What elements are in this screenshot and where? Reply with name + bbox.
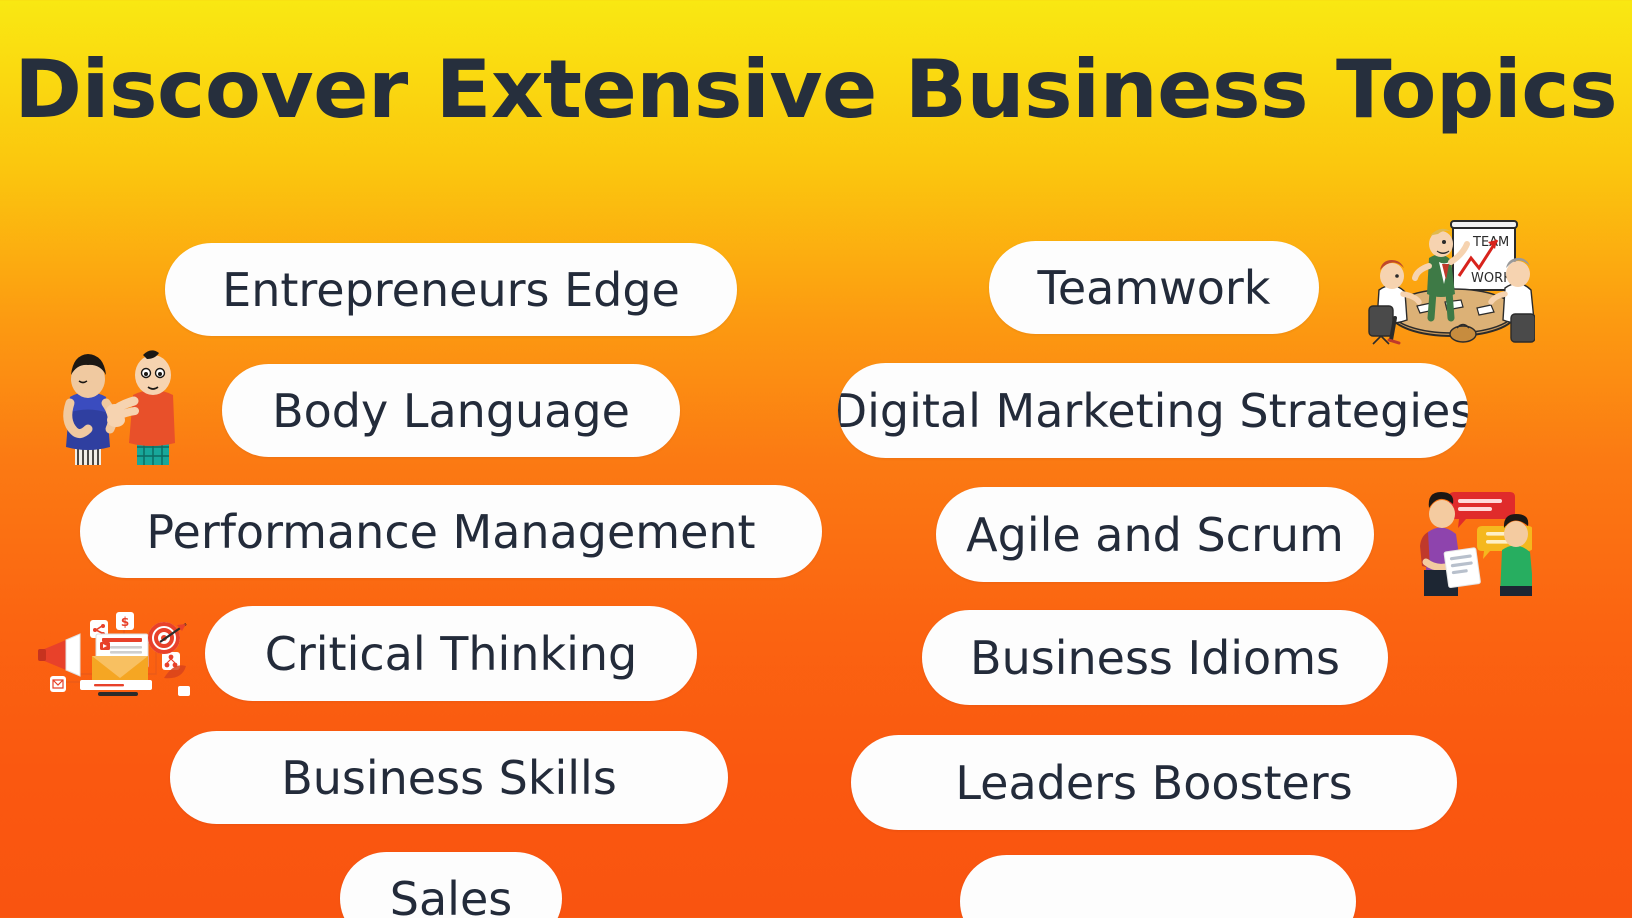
topic-pill-label: Sales	[389, 871, 513, 918]
topic-pill-label: Critical Thinking	[264, 626, 638, 681]
topic-pill-label: Performance Management	[146, 504, 756, 559]
poster-root: Discover Extensive Business Topics $ TEA…	[0, 0, 1632, 918]
topic-pill-critical-thinking[interactable]: Critical Thinking	[205, 606, 697, 701]
topic-pill-label: Teamwork	[1037, 260, 1271, 315]
body-language-illustration	[45, 337, 193, 467]
topic-pill-label: Digital Marketing Strategies	[838, 383, 1468, 438]
topic-pill-label: Entrepreneurs Edge	[222, 262, 680, 317]
topic-pill-partial-bottom-right[interactable]	[960, 855, 1356, 918]
topic-pill-label: Body Language	[272, 383, 630, 438]
topic-pill-label: Leaders Boosters	[955, 755, 1353, 810]
topic-pill-teamwork[interactable]: Teamwork	[989, 241, 1319, 334]
topic-pill-sales[interactable]: Sales	[340, 852, 562, 918]
page-title: Discover Extensive Business Topics	[14, 42, 1618, 136]
topic-pill-label: Business Idioms	[970, 630, 1340, 685]
topic-pill-label: Business Skills	[281, 750, 617, 805]
topic-pill-performance-management[interactable]: Performance Management	[80, 485, 822, 578]
flipchart-team-text: TEAM	[1472, 235, 1509, 250]
page-title-container: Discover Extensive Business Topics	[0, 0, 1632, 178]
svg-text:$: $	[121, 615, 129, 629]
topic-pill-business-idioms[interactable]: Business Idioms	[922, 610, 1388, 705]
topic-pill-body-language[interactable]: Body Language	[222, 364, 680, 457]
topic-pill-business-skills[interactable]: Business Skills	[170, 731, 728, 824]
teamwork-illustration: TEAM WORK	[1345, 218, 1536, 346]
agile-scrum-illustration	[1410, 488, 1534, 596]
topic-pill-entrepreneurs-edge[interactable]: Entrepreneurs Edge	[165, 243, 737, 336]
digital-marketing-illustration: $	[36, 600, 196, 700]
flipchart-work-text: WORK	[1471, 271, 1512, 286]
topic-pill-agile-and-scrum[interactable]: Agile and Scrum	[936, 487, 1374, 582]
topic-pill-digital-marketing-strategies[interactable]: Digital Marketing Strategies	[838, 363, 1468, 458]
topic-pill-label: Agile and Scrum	[966, 507, 1344, 562]
topic-pill-leaders-boosters[interactable]: Leaders Boosters	[851, 735, 1457, 830]
